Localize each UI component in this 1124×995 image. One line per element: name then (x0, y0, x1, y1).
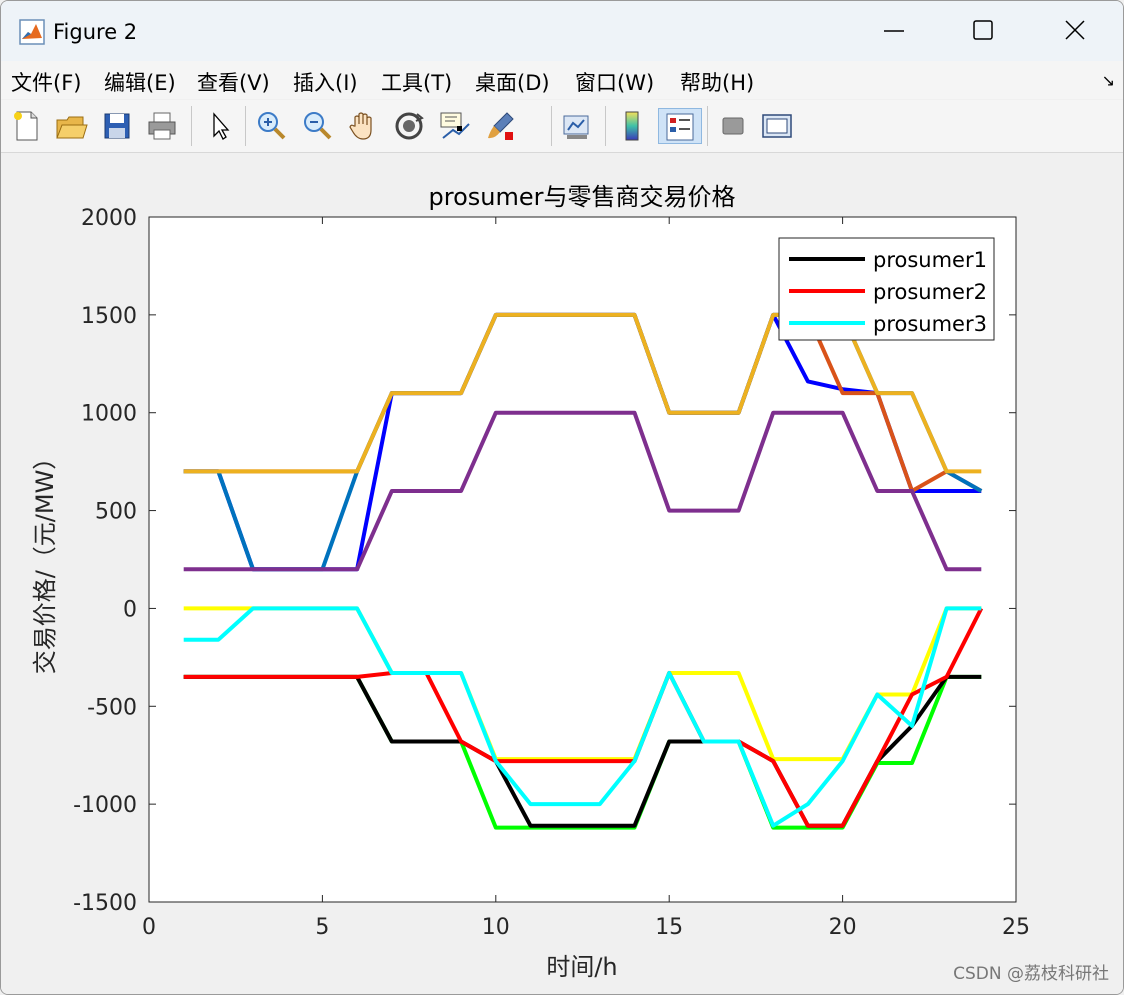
x-tick-label: 5 (315, 915, 329, 940)
matlab-icon (19, 19, 45, 45)
menu-view[interactable]: 查看(V) (197, 67, 270, 97)
toolbar-separator (245, 106, 246, 146)
close-icon (1065, 20, 1085, 40)
menu-file[interactable]: 文件(F) (11, 67, 81, 97)
y-tick-label: -500 (87, 695, 137, 720)
toolbar-separator (605, 106, 606, 146)
zoom-out-icon[interactable] (299, 108, 335, 144)
figure-window: Figure 2 文件(F) 编辑(E) 查看(V) 插入(I) 工具(T) 桌… (0, 0, 1124, 995)
x-tick-label: 0 (142, 915, 156, 940)
menu-edit[interactable]: 编辑(E) (104, 67, 176, 97)
minimize-button[interactable] (848, 1, 940, 61)
title-bar: Figure 2 (1, 1, 1123, 61)
zoom-in-icon[interactable] (253, 108, 289, 144)
edit-plot-arrow-icon[interactable] (201, 108, 237, 144)
legend-label: prosumer2 (873, 280, 987, 304)
menu-window[interactable]: 窗口(W) (575, 67, 654, 97)
save-icon[interactable] (99, 108, 135, 144)
legend-label: prosumer1 (873, 248, 987, 272)
x-tick-label: 25 (1002, 915, 1030, 940)
menu-help[interactable]: 帮助(H) (680, 67, 754, 97)
colorbar-icon[interactable] (615, 108, 651, 144)
watermark: CSDN @荔枝科研社 (953, 964, 1109, 984)
y-tick-label: 1000 (81, 402, 137, 427)
y-tick-label: 0 (123, 597, 137, 622)
dock-arrow-icon[interactable]: ↘ (1102, 71, 1115, 90)
y-tick-label: 500 (95, 500, 137, 525)
figure-toolbar: ▼ (1, 100, 1123, 223)
print-icon[interactable] (144, 108, 180, 144)
x-axis-label: 时间/h (546, 953, 617, 981)
y-tick-label: 1500 (81, 304, 137, 329)
hide-plot-tools-icon[interactable] (715, 108, 751, 144)
legend-label: prosumer3 (873, 312, 987, 336)
new-figure-icon[interactable] (9, 108, 45, 144)
menu-tools[interactable]: 工具(T) (381, 67, 452, 97)
link-plot-icon[interactable] (559, 108, 595, 144)
maximize-button[interactable] (938, 1, 1030, 61)
y-tick-label: -1000 (73, 793, 137, 818)
pan-hand-icon[interactable] (345, 108, 381, 144)
x-tick-label: 10 (482, 915, 510, 940)
x-tick-label: 15 (655, 915, 683, 940)
figure-canvas: prosumer与零售商交易价格 时间/h 交易价格/（元/MW） 0 5 10 15… (1, 153, 1123, 994)
y-axis-label: 交易价格/（元/MW） (31, 446, 59, 675)
toolbar-separator (707, 106, 708, 146)
y-tick-label: -1500 (73, 891, 137, 916)
window-title: Figure 2 (53, 20, 138, 44)
menu-bar: 文件(F) 编辑(E) 查看(V) 插入(I) 工具(T) 桌面(D) 窗口(W… (1, 61, 1123, 99)
chart: prosumer与零售商交易价格 时间/h 交易价格/（元/MW） 0 5 10 15… (31, 183, 1030, 981)
show-plot-tools-icon[interactable] (759, 108, 795, 144)
x-tick-label: 20 (829, 915, 857, 940)
rotate-3d-icon[interactable] (391, 108, 427, 144)
close-button[interactable] (1029, 1, 1121, 61)
y-tick-label: 2000 (81, 206, 137, 231)
open-file-icon[interactable] (53, 108, 89, 144)
maximize-icon (973, 20, 993, 40)
menu-desktop[interactable]: 桌面(D) (475, 67, 550, 97)
toolbar-separator (191, 106, 192, 146)
data-cursor-icon[interactable] (437, 108, 473, 144)
legend-icon[interactable] (658, 108, 702, 144)
brush-icon[interactable] (483, 108, 519, 144)
menu-insert[interactable]: 插入(I) (293, 67, 358, 97)
legend: prosumer1 prosumer2 prosumer3 (778, 237, 995, 341)
minimize-icon (884, 30, 904, 32)
toolbar-separator (551, 106, 552, 146)
chart-title: prosumer与零售商交易价格 (429, 183, 736, 211)
